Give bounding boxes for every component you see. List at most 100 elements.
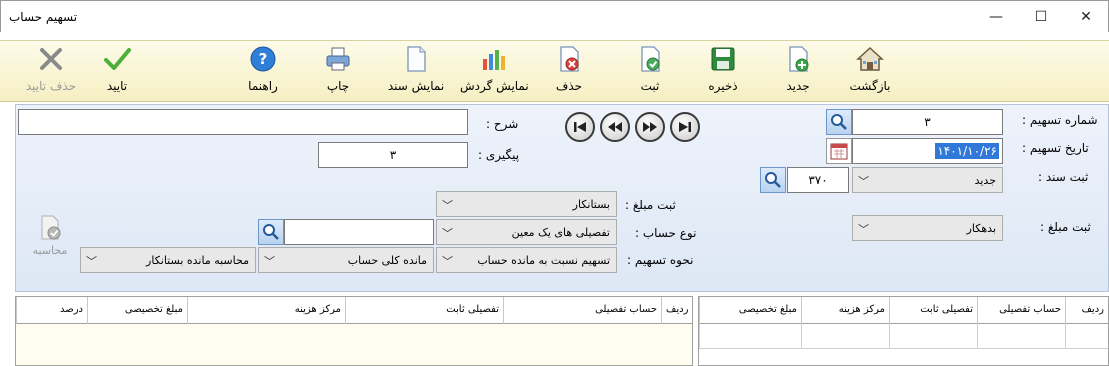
method-select[interactable]: تسهیم نسبت به مانده حساب ﹀ <box>436 247 617 273</box>
col-cost-center: مرکز هزینه <box>801 297 889 324</box>
account-search-input[interactable] <box>284 219 434 245</box>
print-label: چاپ <box>326 79 350 93</box>
first-icon <box>574 122 586 132</box>
minimize-button[interactable]: — <box>973 1 1019 32</box>
account-type-label: نوع حساب : <box>635 226 697 240</box>
calculate-icon <box>41 215 61 240</box>
col-detail-account: حساب تفصیلی <box>977 297 1065 324</box>
chevron-down-icon: ﹀ <box>442 199 453 212</box>
title-bar: تسهیم حساب — ☐ ✕ <box>0 0 1109 32</box>
svg-text:?: ? <box>259 50 268 68</box>
col-row: ردیف <box>1065 297 1108 324</box>
col-row: ردیف <box>661 297 692 324</box>
doc-register-label: ثبت سند : <box>1038 170 1089 184</box>
col-allocated-amount: مبلغ تخصیصی <box>87 297 187 324</box>
printer-icon <box>326 47 350 71</box>
save-button[interactable]: ذخیره <box>700 45 746 99</box>
delete-confirm-button[interactable]: حذف تایید <box>24 45 78 99</box>
new-document-icon <box>789 46 809 72</box>
account-type-select[interactable]: تفصیلی های یک معین ﹀ <box>436 219 617 245</box>
amount-right-label: ثبت مبلغ : <box>1040 220 1091 234</box>
followup-input[interactable]: ۳ <box>318 142 468 168</box>
account-search-button[interactable] <box>258 219 284 245</box>
chevron-down-icon: ﹀ <box>442 255 453 268</box>
table-cell[interactable] <box>977 324 1065 349</box>
amount-right-value: بدهکار <box>966 222 996 235</box>
close-button[interactable]: ✕ <box>1063 1 1109 32</box>
calc-mode-select[interactable]: محاسبه مانده بستانکار ﹀ <box>80 247 256 273</box>
balance-type-select[interactable]: مانده کلی حساب ﹀ <box>258 247 434 273</box>
col-percent: درصد <box>16 297 87 324</box>
description-input[interactable] <box>18 109 468 135</box>
chevron-down-icon: ﹀ <box>86 255 97 268</box>
col-allocated-amount: مبلغ تخصیصی <box>699 297 801 324</box>
doc-search-button[interactable] <box>760 167 786 193</box>
calendar-button[interactable] <box>826 138 852 164</box>
last-record-button[interactable] <box>670 112 700 142</box>
minimize-icon: — <box>989 8 1003 25</box>
search-icon <box>263 224 279 240</box>
delete-confirm-label: حذف تایید <box>25 79 77 93</box>
new-button[interactable]: جدید <box>778 45 818 99</box>
last-icon <box>679 122 691 132</box>
delete-document-icon <box>560 46 579 72</box>
window-title: تسهیم حساب <box>9 10 78 24</box>
chevron-down-icon: ﹀ <box>858 223 869 236</box>
document-icon <box>407 46 426 72</box>
doc-register-select[interactable]: جدید ﹀ <box>852 167 1003 193</box>
number-search-button[interactable] <box>826 109 852 135</box>
confirm-label: تایید <box>106 79 128 93</box>
table-cell[interactable] <box>801 324 889 349</box>
confirm-button[interactable]: تایید <box>100 45 134 99</box>
distribution-date-input[interactable]: ۱۴۰۱/۱۰/۲۶ <box>852 138 1003 164</box>
amount-right-select[interactable]: بدهکار ﹀ <box>852 215 1003 241</box>
print-button[interactable]: چاپ <box>322 45 354 99</box>
maximize-button[interactable]: ☐ <box>1018 1 1064 32</box>
table-cell[interactable] <box>889 324 977 349</box>
first-record-button[interactable] <box>565 112 595 142</box>
show-flow-label: نمایش گردش <box>460 79 529 93</box>
table-cell[interactable] <box>1065 324 1108 349</box>
back-button[interactable]: بازگشت <box>845 45 895 99</box>
maximize-icon: ☐ <box>1034 8 1048 25</box>
show-document-label: نمایش سند <box>387 79 445 93</box>
toolbar: بازگشت جدید ذخیره ثبت حذف نمایش گردش نما… <box>0 40 1109 102</box>
chevron-down-icon: ﹀ <box>264 255 275 268</box>
distribution-number-label: شماره تسهیم : <box>1022 113 1098 127</box>
next-record-button[interactable] <box>635 112 665 142</box>
show-flow-button[interactable]: نمایش گردش <box>460 45 529 99</box>
table-cell[interactable] <box>699 324 801 349</box>
register-button[interactable]: ثبت <box>630 45 670 99</box>
search-icon <box>765 172 781 188</box>
doc-number-input[interactable]: ۳۷۰ <box>787 167 849 193</box>
table-row[interactable] <box>699 324 1108 349</box>
new-label: جدید <box>786 79 810 93</box>
chart-icon <box>483 50 505 70</box>
distribution-date-label: تاریخ تسهیم : <box>1022 141 1089 155</box>
balance-type-value: مانده کلی حساب <box>347 254 427 267</box>
checkmark-icon <box>104 48 131 70</box>
previous-record-button[interactable] <box>600 112 630 142</box>
amount-mid-select[interactable]: بستانکار ﹀ <box>436 191 617 217</box>
followup-label: پیگیری : <box>478 148 520 162</box>
show-document-button[interactable]: نمایش سند <box>385 45 447 99</box>
chevron-down-icon: ﹀ <box>858 175 869 188</box>
account-type-value: تفصیلی های یک معین <box>511 226 610 239</box>
help-icon: ? <box>250 46 276 72</box>
x-icon <box>40 48 62 70</box>
search-icon <box>831 114 847 130</box>
col-cost-center: مرکز هزینه <box>187 297 345 324</box>
next-icon <box>643 122 657 132</box>
delete-button[interactable]: حذف <box>552 45 586 99</box>
calculate-label: محاسبه <box>32 244 68 257</box>
description-label: شرح : <box>486 117 519 131</box>
distribution-number-input[interactable]: ۳ <box>852 109 1003 135</box>
chevron-down-icon: ﹀ <box>442 227 453 240</box>
back-label: بازگشت <box>849 79 891 93</box>
grid-right-header: مبلغ تخصیصی مرکز هزینه تفصیلی ثابت حساب … <box>699 297 1108 324</box>
help-button[interactable]: ? راهنما <box>246 45 280 99</box>
method-label: نحوه تسهیم : <box>627 253 694 267</box>
previous-icon <box>608 122 622 132</box>
calculate-button[interactable]: محاسبه <box>28 215 72 265</box>
register-label: ثبت <box>640 79 660 93</box>
